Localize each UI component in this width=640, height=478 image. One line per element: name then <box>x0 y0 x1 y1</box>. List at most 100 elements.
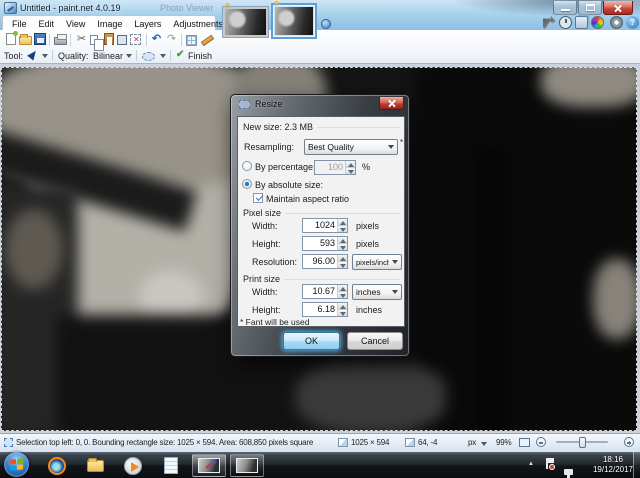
copy-icon[interactable] <box>90 35 104 51</box>
resolution-spinner[interactable]: 96.00 <box>302 254 348 269</box>
cancel-button[interactable]: Cancel <box>347 332 403 350</box>
pixel-grid-icon[interactable] <box>186 35 197 46</box>
by-percentage-radio[interactable] <box>242 161 252 171</box>
maximize-button[interactable] <box>578 1 602 15</box>
image-tab-1[interactable] <box>222 6 269 38</box>
print-width-label: Width: <box>252 287 278 297</box>
resolution-unit-dropdown[interactable]: pixels/inch <box>352 254 402 270</box>
settings-icon[interactable] <box>610 16 623 29</box>
tool-dropdown-caret[interactable] <box>42 54 48 58</box>
photo-right-top-light <box>541 67 637 107</box>
open-file-icon[interactable] <box>19 34 32 45</box>
maintain-aspect-checkbox[interactable] <box>253 193 263 203</box>
close-icon <box>614 3 623 12</box>
history-window-icon[interactable] <box>559 16 572 29</box>
spin-down-icon[interactable] <box>338 261 347 268</box>
quality-label: Quality: <box>58 51 89 61</box>
network-icon[interactable] <box>564 469 574 478</box>
unit-caret-icon[interactable] <box>481 442 487 446</box>
photo-right-blob <box>593 259 637 339</box>
cut-icon[interactable]: ✂ <box>75 33 88 46</box>
resampling-label: Resampling: <box>244 142 295 152</box>
dropdown-caret-icon <box>389 290 401 294</box>
selection-status-icon <box>4 438 13 447</box>
taskbar-paintnet-active[interactable] <box>192 454 226 477</box>
paintnet-app-icon <box>4 2 17 14</box>
zoom-out-icon[interactable] <box>536 437 546 447</box>
spin-down-icon[interactable] <box>338 225 347 232</box>
menu-bar: File Edit View Image Layers Adjustments … <box>2 15 262 31</box>
taskbar-firefox[interactable] <box>42 455 72 476</box>
selection-mode-icon[interactable] <box>142 52 155 61</box>
menu-image[interactable]: Image <box>91 17 128 31</box>
dropdown-caret-icon <box>385 145 397 149</box>
menu-edit[interactable]: Edit <box>33 17 61 31</box>
start-button[interactable] <box>4 452 29 477</box>
new-file-icon[interactable] <box>6 31 18 45</box>
help-icon[interactable]: ? <box>626 16 639 29</box>
fant-footnote: * Fant will be used <box>240 317 310 327</box>
taskbar-notepad[interactable] <box>156 455 186 476</box>
paste-icon[interactable] <box>104 33 114 45</box>
photo-dark-pole <box>477 147 505 431</box>
show-desktop-button[interactable] <box>633 452 640 478</box>
inches-unit: inches <box>356 305 383 315</box>
pixel-height-label: Height: <box>252 239 281 249</box>
taskbar-clock[interactable]: 18:16 19/12/2017 <box>592 455 634 475</box>
ok-button[interactable]: OK <box>283 332 340 350</box>
resampling-dropdown[interactable]: Best Quality <box>304 139 398 155</box>
unit-selector[interactable]: px <box>468 438 476 447</box>
move-selection-tool-icon[interactable] <box>27 50 38 61</box>
spin-down-icon[interactable] <box>338 309 347 316</box>
print-height-spinner[interactable]: 6.18 <box>302 302 348 317</box>
taskbar-explorer[interactable] <box>80 455 110 476</box>
print-icon[interactable] <box>54 34 67 45</box>
by-absolute-radio[interactable] <box>242 179 252 189</box>
menu-layers[interactable]: Layers <box>128 17 167 31</box>
colors-window-icon[interactable] <box>591 16 604 29</box>
image-tab-2-selected[interactable] <box>271 3 317 39</box>
crop-icon[interactable] <box>117 35 127 45</box>
zoom-in-icon[interactable] <box>624 437 634 447</box>
deselect-icon[interactable] <box>130 34 141 45</box>
pixel-width-spinner[interactable]: 1024 <box>302 218 348 233</box>
quality-dropdown-caret[interactable] <box>126 54 132 58</box>
show-hidden-icons-button[interactable]: ▲ <box>528 461 534 467</box>
cursor-position-text: 64, -4 <box>418 438 438 447</box>
undo-icon[interactable]: ↶ <box>150 33 163 46</box>
spin-down-icon[interactable] <box>338 291 347 298</box>
windows-flag-icon <box>10 458 23 471</box>
minimize-icon <box>561 9 570 11</box>
resampling-asterisk: * <box>400 138 404 147</box>
finish-label[interactable]: Finish <box>188 50 212 62</box>
print-width-spinner[interactable]: 10.67 <box>302 284 348 299</box>
quality-value[interactable]: Bilinear <box>93 50 123 62</box>
spin-down-icon <box>346 167 355 174</box>
notification-badge-icon[interactable] <box>321 19 331 29</box>
zoom-fit-icon[interactable] <box>519 438 530 447</box>
save-icon[interactable] <box>34 33 46 45</box>
menu-file[interactable]: File <box>6 17 33 31</box>
close-button[interactable] <box>603 1 633 15</box>
redo-icon[interactable]: ↷ <box>165 33 178 46</box>
dialog-title: Resize <box>255 99 283 109</box>
zoom-slider-thumb[interactable] <box>579 437 586 448</box>
background-window-title: Photo Viewer <box>160 3 214 13</box>
finish-check-icon[interactable]: ✔ <box>176 49 184 60</box>
pixels-unit: pixels <box>356 239 380 249</box>
unsaved-star-icon: ★ <box>273 0 281 7</box>
layers-window-icon[interactable] <box>575 16 588 29</box>
image-thumbnail <box>225 9 266 35</box>
error-badge-icon <box>549 464 555 470</box>
pixel-height-spinner[interactable]: 593 <box>302 236 348 251</box>
print-unit-dropdown[interactable]: inches <box>352 284 402 300</box>
spin-down-icon[interactable] <box>338 243 347 250</box>
minimize-button[interactable] <box>553 1 577 15</box>
taskbar-photo-viewer[interactable] <box>230 454 264 477</box>
action-center-flag-icon[interactable] <box>546 458 555 470</box>
taskbar-media-player[interactable] <box>118 455 148 476</box>
menu-view[interactable]: View <box>60 17 91 31</box>
menu-adjustments[interactable]: Adjustments <box>167 17 229 31</box>
selection-mode-caret[interactable] <box>160 54 166 58</box>
dialog-close-button[interactable] <box>379 97 404 110</box>
